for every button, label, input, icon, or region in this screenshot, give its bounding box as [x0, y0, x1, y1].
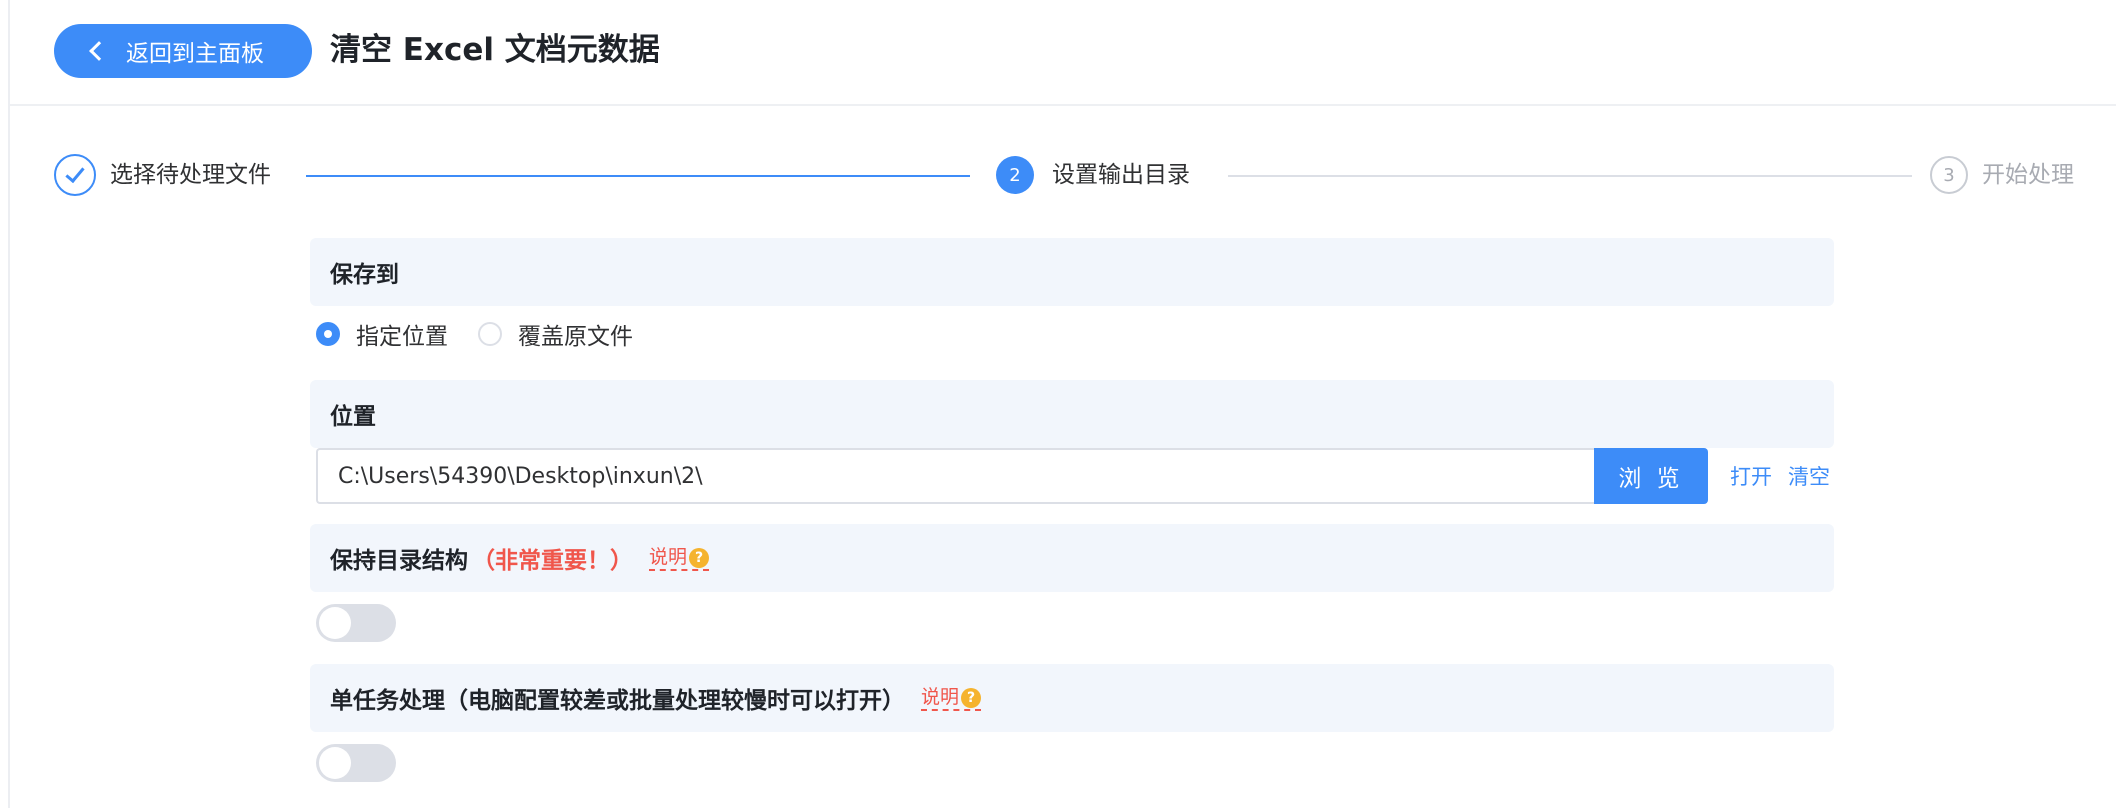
radio-unchecked-icon — [478, 322, 502, 346]
back-to-dashboard-button[interactable]: 返回到主面板 — [54, 24, 312, 78]
save-to-radio-group: 指定位置 覆盖原文件 — [316, 314, 663, 354]
save-to-section: 保存到 — [310, 238, 1834, 306]
radio-label-overwrite: 覆盖原文件 — [518, 324, 633, 350]
explain-label: 说明 — [921, 686, 960, 708]
step-3-label: 开始处理 — [1982, 162, 2074, 188]
back-button-label: 返回到主面板 — [126, 41, 264, 67]
radio-label-specified: 指定位置 — [356, 324, 448, 350]
step-2-active-circle: 2 — [996, 156, 1034, 194]
checkmark-icon — [65, 162, 85, 184]
step-connector-pending — [1228, 175, 1912, 177]
single-task-explain-link[interactable]: 说明? — [921, 685, 982, 711]
important-warning: （非常重要！） — [472, 548, 633, 574]
keep-structure-section: 保持目录结构 （非常重要！） 说明? — [310, 524, 1834, 592]
question-icon: ? — [689, 547, 710, 568]
single-task-toggle[interactable] — [316, 744, 396, 782]
header-bar: 返回到主面板 清空 Excel 文档元数据 — [10, 0, 2116, 106]
step-3-wait-circle: 3 — [1930, 156, 1968, 194]
keep-structure-explain-link[interactable]: 说明? — [649, 545, 710, 571]
open-folder-link[interactable]: 打开 — [1730, 461, 1772, 491]
location-row: 浏 览 打开 清空 — [316, 448, 1834, 504]
app-window: 返回到主面板 清空 Excel 文档元数据 选择待处理文件 2 设置输出目录 3… — [8, 0, 2116, 808]
browse-button[interactable]: 浏 览 — [1594, 448, 1708, 504]
keep-structure-toggle[interactable] — [316, 604, 396, 642]
save-to-heading: 保存到 — [330, 262, 399, 288]
radio-checked-icon — [316, 322, 340, 346]
step-1-done-circle — [54, 154, 96, 196]
step-progress: 选择待处理文件 2 设置输出目录 3 开始处理 — [10, 140, 2116, 210]
radio-overwrite-original[interactable]: 覆盖原文件 — [478, 317, 633, 351]
location-heading: 位置 — [330, 404, 376, 430]
question-icon: ? — [961, 687, 982, 708]
single-task-title: 单任务处理（电脑配置较差或批量处理较慢时可以打开） — [330, 688, 905, 714]
explain-label: 说明 — [649, 546, 688, 568]
page-title: 清空 Excel 文档元数据 — [330, 32, 660, 68]
step-connector-done — [306, 175, 970, 177]
keep-structure-heading: 保持目录结构 （非常重要！） 说明? — [310, 524, 1834, 592]
single-task-section: 单任务处理（电脑配置较差或批量处理较慢时可以打开） 说明? — [310, 664, 1834, 732]
clear-path-link[interactable]: 清空 — [1788, 461, 1830, 491]
chevron-left-icon — [89, 41, 109, 61]
step-1-label: 选择待处理文件 — [110, 162, 271, 188]
single-task-heading: 单任务处理（电脑配置较差或批量处理较慢时可以打开） 说明? — [310, 664, 1834, 732]
radio-specified-location[interactable]: 指定位置 — [316, 317, 448, 351]
output-path-input[interactable] — [316, 448, 1594, 504]
step-2-label: 设置输出目录 — [1052, 162, 1190, 188]
keep-structure-title: 保持目录结构 — [330, 548, 468, 574]
location-section: 位置 — [310, 380, 1834, 448]
